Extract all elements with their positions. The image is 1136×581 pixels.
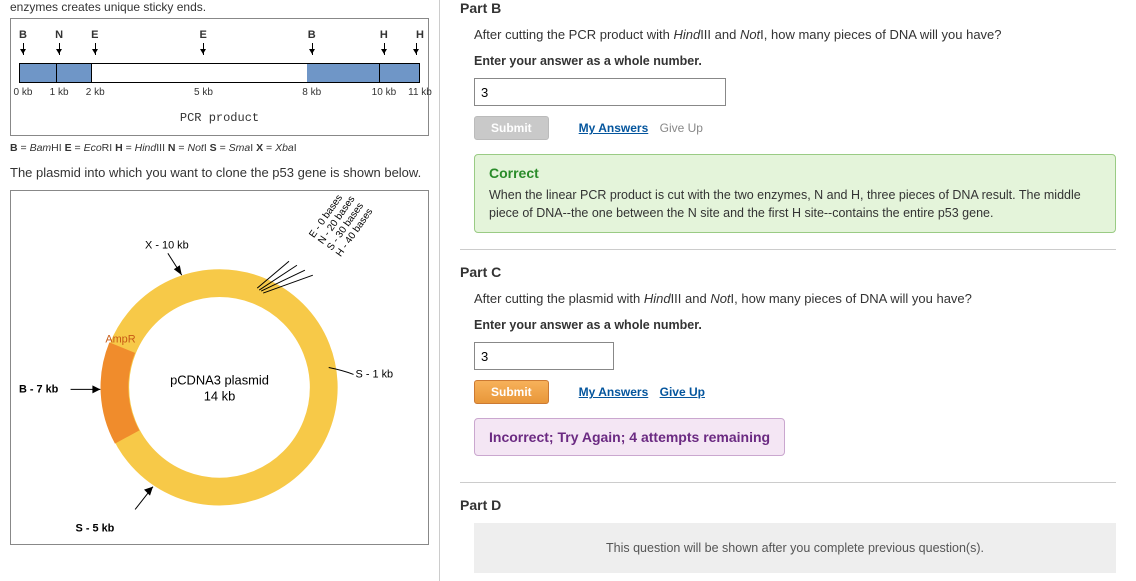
partC-instr: Enter your answer as a whole number. — [474, 318, 1116, 332]
correct-body: When the linear PCR product is cut with … — [489, 187, 1101, 222]
s5-label: S - 5 kb — [76, 523, 115, 535]
partC-submit[interactable]: Submit — [474, 380, 549, 404]
partB-giveup: Give Up — [660, 121, 703, 135]
partC-myanswers-link[interactable]: My Answers — [579, 385, 649, 399]
separator2 — [460, 482, 1116, 483]
plasmid-diagram: pCDNA3 plasmid 14 kb AmpR X - 10 kb E - … — [10, 190, 429, 545]
b-label: B - 7 kb — [19, 384, 59, 396]
pcr-diagram: B N E E B H H 0 kb 1 kb 2 kb 5 kb — [10, 18, 429, 136]
partB-instr: Enter your answer as a whole number. — [474, 54, 1116, 68]
pcr-arrows — [19, 43, 420, 61]
x-label: X - 10 kb — [145, 240, 189, 252]
partB-header: Part B — [460, 0, 1116, 16]
partB-input[interactable] — [474, 78, 726, 106]
partC-giveup-link[interactable]: Give Up — [660, 385, 705, 399]
separator — [460, 249, 1116, 250]
pcr-cut-letters: B N E E B H H — [19, 29, 420, 43]
intro-text: enzymes creates unique sticky ends. — [10, 0, 429, 14]
pcr-bar — [19, 63, 420, 83]
pcr-caption: PCR product — [19, 111, 420, 125]
partB-desc: After cutting the PCR product with HindI… — [474, 26, 1116, 44]
kb-labels: 0 kb 1 kb 2 kb 5 kb 8 kb 10 kb 11 kb — [19, 87, 420, 101]
correct-label: Correct — [489, 165, 1101, 181]
ampR-label: AmpR — [105, 334, 135, 346]
plasmid-title: pCDNA3 plasmid — [170, 373, 269, 388]
incorrect-label: Incorrect; Try Again; 4 attempts remaini… — [489, 429, 770, 445]
partD-header: Part D — [460, 497, 1116, 513]
partC-desc: After cutting the plasmid with HindIII a… — [474, 290, 1116, 308]
partC-header: Part C — [460, 264, 1116, 280]
s1-label: S - 1 kb — [356, 369, 394, 381]
partD-body: This question will be shown after you co… — [474, 523, 1116, 573]
partB-submit: Submit — [474, 116, 549, 140]
right-panel: Part B After cutting the PCR product wit… — [440, 0, 1136, 581]
svg-text:14 kb: 14 kb — [204, 388, 236, 403]
plasmid-svg: pCDNA3 plasmid 14 kb AmpR X - 10 kb E - … — [11, 191, 428, 544]
enzyme-key: B = BamHI E = EcoRI H = HindIII N = NotI… — [10, 142, 429, 154]
partC-input[interactable] — [474, 342, 614, 370]
partB-feedback: Correct When the linear PCR product is c… — [474, 154, 1116, 233]
partB-myanswers-link[interactable]: My Answers — [579, 121, 649, 135]
partC-feedback: Incorrect; Try Again; 4 attempts remaini… — [474, 418, 785, 456]
left-panel: enzymes creates unique sticky ends. B N … — [0, 0, 440, 581]
plasmid-intro: The plasmid into which you want to clone… — [10, 164, 429, 182]
